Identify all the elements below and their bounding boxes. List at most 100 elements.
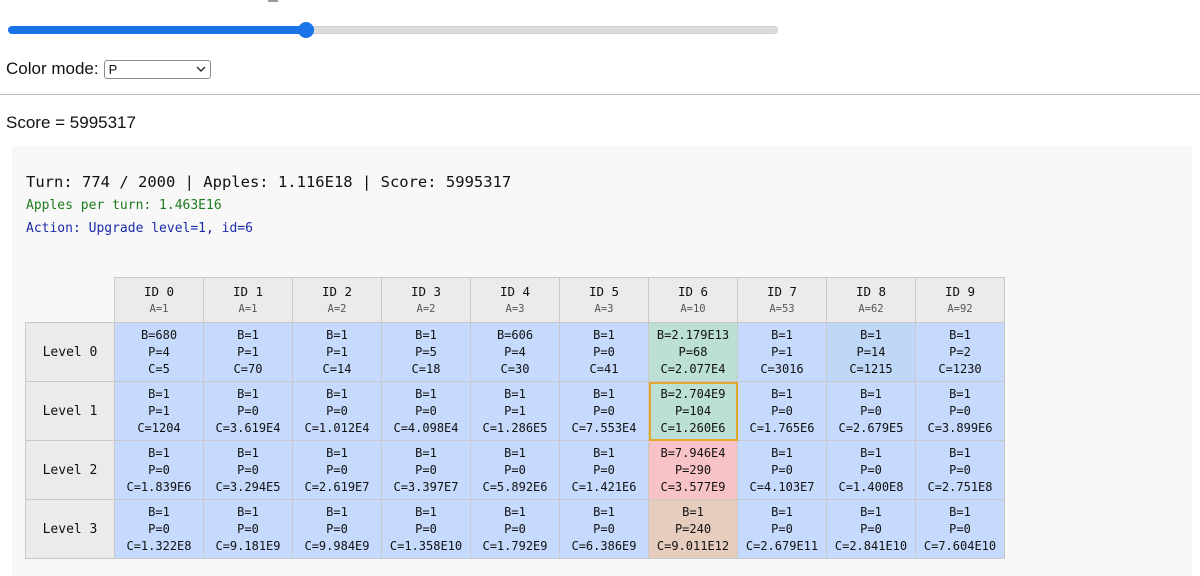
cell-p-value: P=0: [326, 521, 348, 536]
cell-b-value: B=2.179E13: [656, 327, 730, 342]
cell-b-value: B=1: [860, 327, 882, 342]
grid-cell: B=2.704E9 P=104 C=1.260E6: [648, 381, 738, 441]
grid-row: Level 2 B=1 P=0 C=1.839E6 B=1 P=0 C=3.294E5 B=1…: [25, 440, 1005, 500]
cell-b-value: B=1: [415, 327, 437, 342]
cell-p-value: P=0: [860, 403, 882, 418]
cell-p-value: P=0: [771, 403, 793, 418]
column-id: ID 4: [499, 284, 531, 299]
cell-b-value: B=606: [496, 327, 534, 342]
column-id: ID 3: [410, 284, 442, 299]
status-block: Turn: 774 / 2000 | Apples: 1.116E18 | Sc…: [26, 172, 511, 237]
color-mode-select[interactable]: P: [103, 59, 211, 79]
grid-cell: B=1 P=1 C=70: [203, 322, 293, 382]
grid-cell: B=1 P=0 C=1.421E6: [559, 440, 649, 500]
grid-cell: B=7.946E4 P=290 C=3.577E9: [648, 440, 738, 500]
row-header: Level 0: [25, 322, 115, 382]
action-text: Action: Upgrade level=1, id=6: [26, 221, 253, 236]
cell-b-value: B=1: [593, 445, 615, 460]
grid-cell: B=1 P=1 C=1.286E5: [470, 381, 560, 441]
column-header: ID 5 A=3: [559, 277, 649, 323]
cell-c-value: C=5: [148, 361, 170, 376]
grid-cell: B=1 P=0 C=1.792E9: [470, 499, 560, 559]
grid-cell: B=1 P=1 C=3016: [737, 322, 827, 382]
cell-p-value: P=68: [678, 344, 708, 359]
cell-c-value: C=7.553E4: [571, 420, 637, 435]
row-header: Level 3: [25, 499, 115, 559]
grid-cell: B=1 P=0 C=41: [559, 322, 649, 382]
cell-c-value: C=1215: [849, 361, 893, 376]
cell-b-value: B=1: [504, 445, 526, 460]
cell-p-value: P=0: [771, 521, 793, 536]
grid-cell: B=1 P=0 C=2.679E11: [737, 499, 827, 559]
cell-p-value: P=0: [949, 462, 971, 477]
grid-body: Level 0 B=680 P=4 C=5 B=1 P=1 C=70 B=1 P=1 C=14 B=…: [25, 322, 1005, 559]
status-headline: Turn: 774 / 2000 | Apples: 1.116E18 | Sc…: [26, 173, 512, 191]
cell-p-value: P=0: [504, 521, 526, 536]
grid-cell: B=606 P=4 C=30: [470, 322, 560, 382]
cell-b-value: B=1: [415, 386, 437, 401]
column-id: ID 9: [944, 284, 976, 299]
color-mode-label: Color mode:: [6, 59, 99, 78]
cell-c-value: C=9.181E9: [215, 538, 281, 553]
cell-b-value: B=1: [860, 445, 882, 460]
cell-b-value: B=1: [148, 386, 170, 401]
cell-b-value: B=1: [860, 504, 882, 519]
cell-p-value: P=0: [593, 462, 615, 477]
grid-cell: B=1 P=0 C=1.765E6: [737, 381, 827, 441]
cell-c-value: C=18: [411, 361, 441, 376]
column-id: ID 8: [855, 284, 887, 299]
cell-c-value: C=3.619E4: [215, 420, 281, 435]
cell-b-value: B=1: [949, 386, 971, 401]
cell-p-value: P=1: [237, 344, 259, 359]
column-a-value: A=1: [149, 303, 169, 315]
grid-cell: B=1 P=0 C=1.322E8: [114, 499, 204, 559]
cell-c-value: C=7.604E10: [923, 538, 997, 553]
cell-p-value: P=0: [504, 462, 526, 477]
grid-row: Level 3 B=1 P=0 C=1.322E8 B=1 P=0 C=9.181E9 B=1…: [25, 499, 1005, 559]
cell-b-value: B=1: [593, 327, 615, 342]
cell-c-value: C=3.294E5: [215, 479, 281, 494]
turn-slider[interactable]: [8, 22, 778, 38]
cell-p-value: P=0: [860, 521, 882, 536]
grid-cell: B=1 P=5 C=18: [381, 322, 471, 382]
column-a-value: A=53: [769, 303, 795, 315]
grid-cell: B=1 P=1 C=1204: [114, 381, 204, 441]
cell-p-value: P=4: [148, 344, 170, 359]
cell-p-value: P=0: [148, 462, 170, 477]
grid-header-row: ID 0 A=1 ID 1 A=1 ID 2 A=2 ID 3 A=2 ID 4 A=3 ID 5 A…: [25, 277, 1005, 323]
cell-p-value: P=0: [860, 462, 882, 477]
grid-cell: B=1 P=0 C=4.098E4: [381, 381, 471, 441]
cell-p-value: P=1: [148, 403, 170, 418]
column-header: ID 9 A=92: [915, 277, 1005, 323]
column-header: ID 2 A=2: [292, 277, 382, 323]
cell-c-value: C=9.984E9: [304, 538, 370, 553]
slider-thumb[interactable]: [297, 22, 314, 38]
cell-c-value: C=1.358E10: [389, 538, 463, 553]
machine-grid: ID 0 A=1 ID 1 A=1 ID 2 A=2 ID 3 A=2 ID 4 A=3 ID 5 A…: [25, 277, 1005, 559]
cell-b-value: B=1: [860, 386, 882, 401]
cell-c-value: C=1.839E6: [126, 479, 192, 494]
column-header: ID 1 A=1: [203, 277, 293, 323]
column-a-value: A=10: [680, 303, 706, 315]
cell-b-value: B=1: [326, 327, 348, 342]
column-header: ID 8 A=62: [826, 277, 916, 323]
cell-c-value: C=41: [589, 361, 619, 376]
grid-cell: B=1 P=0 C=7.604E10: [915, 499, 1005, 559]
cell-p-value: P=0: [237, 521, 259, 536]
cell-c-value: C=2.841E10: [834, 538, 908, 553]
color-mode-control: Color mode: P: [6, 59, 211, 79]
cell-b-value: B=2.704E9: [660, 386, 726, 401]
cell-b-value: B=1: [326, 504, 348, 519]
cell-b-value: B=1: [237, 504, 259, 519]
cell-p-value: P=290: [674, 462, 712, 477]
cell-p-value: P=0: [593, 344, 615, 359]
cell-b-value: B=1: [148, 445, 170, 460]
cell-c-value: C=2.751E8: [927, 479, 993, 494]
cell-c-value: C=4.098E4: [393, 420, 459, 435]
cell-c-value: C=2.619E7: [304, 479, 370, 494]
cell-b-value: B=1: [237, 327, 259, 342]
grid-cell: B=1 P=0 C=1.839E6: [114, 440, 204, 500]
grid-cell: B=1 P=0 C=3.294E5: [203, 440, 293, 500]
cell-c-value: C=70: [233, 361, 263, 376]
cell-b-value: B=1: [326, 386, 348, 401]
